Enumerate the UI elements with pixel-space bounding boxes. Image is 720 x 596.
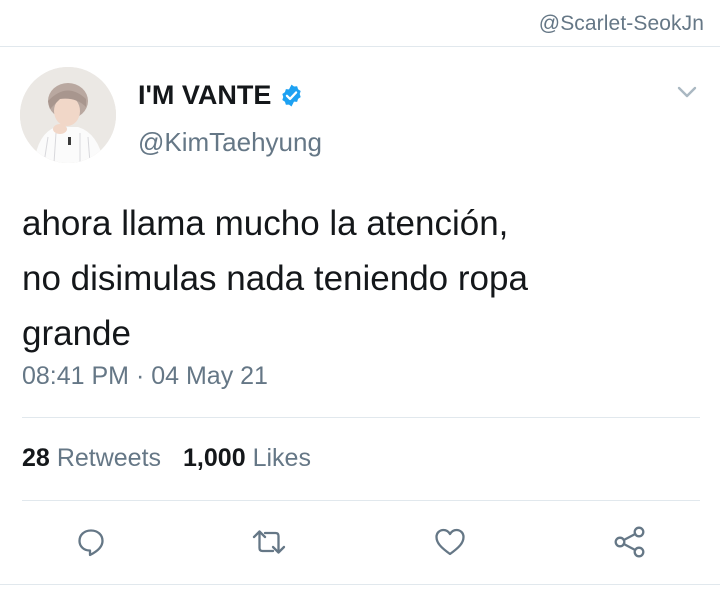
- reply-button[interactable]: [71, 522, 111, 562]
- reply-icon: [78, 529, 104, 557]
- retweets-label[interactable]: Retweets: [57, 444, 161, 473]
- tweet-text-line: grande: [22, 314, 131, 353]
- likes-label[interactable]: Likes: [253, 444, 311, 473]
- tweet-text-line: no disimulas nada teniendo ropa: [22, 259, 528, 298]
- retweet-button[interactable]: [249, 522, 289, 562]
- share-button[interactable]: [610, 522, 650, 562]
- tweet-text-line: ahora llama mucho la atención,: [22, 204, 509, 243]
- tweet-text: ahora llama mucho la atención, no disimu…: [22, 196, 702, 361]
- avatar[interactable]: [20, 67, 116, 163]
- like-button[interactable]: [430, 522, 470, 562]
- retweet-icon: [252, 530, 286, 554]
- author-handle[interactable]: @KimTaehyung: [138, 127, 322, 158]
- author-display-name-text: I'M VANTE: [138, 80, 272, 110]
- retweets-count[interactable]: 28: [22, 444, 50, 473]
- share-icon: [614, 526, 645, 558]
- watermark-text: @Scarlet-SeokJn: [538, 12, 704, 35]
- tweet-stats: 28 Retweets 1,000 Likes: [22, 444, 311, 473]
- likes-count[interactable]: 1,000: [183, 444, 246, 473]
- chevron-down-icon[interactable]: [676, 84, 698, 100]
- tweet-timestamp[interactable]: 08:41 PM · 04 May 21: [22, 362, 268, 391]
- divider: [22, 417, 700, 418]
- avatar-photo: [20, 67, 116, 163]
- verified-badge-icon: [279, 83, 304, 108]
- tweet-screenshot: @Scarlet-SeokJn I'M VANTE @KimTaehyung a…: [0, 0, 720, 596]
- heart-icon: [435, 528, 465, 556]
- divider: [22, 500, 700, 501]
- author-display-name[interactable]: I'M VANTE: [138, 80, 304, 111]
- bottom-divider: [0, 584, 720, 585]
- top-divider: [0, 46, 720, 47]
